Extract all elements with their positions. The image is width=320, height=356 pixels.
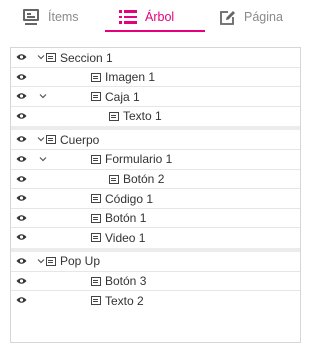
element-icon	[91, 72, 101, 82]
tree-row[interactable]: Texto 1	[11, 107, 300, 127]
tree-node-label: Pop Up	[60, 254, 101, 269]
tree-row[interactable]: Formulario 1	[11, 150, 300, 170]
eye-icon[interactable]	[16, 53, 27, 61]
tab-page-label: Página	[244, 10, 283, 24]
tree-node[interactable]: Botón 2	[109, 170, 164, 189]
element-icon	[109, 111, 119, 121]
eye-icon[interactable]	[16, 233, 27, 241]
tree-row[interactable]: Texto 2	[11, 291, 300, 311]
tree-node-label: Texto 1	[123, 109, 162, 124]
eye-icon[interactable]	[16, 112, 27, 120]
tree-node-label: Código 1	[105, 191, 154, 206]
element-icon	[109, 174, 119, 184]
tree-node[interactable]: Botón 3	[91, 272, 146, 291]
eye-icon[interactable]	[16, 214, 27, 222]
tree-row[interactable]: Pop Up	[11, 252, 300, 272]
eye-icon[interactable]	[16, 175, 27, 183]
tree-row[interactable]: Caja 1	[11, 87, 300, 107]
tree-node[interactable]: Formulario 1	[91, 150, 172, 169]
tab-items[interactable]: Ítems	[22, 0, 79, 34]
page-edit-icon	[220, 10, 235, 25]
element-icon	[91, 213, 101, 223]
tree-node-label: Cuerpo	[60, 132, 100, 147]
element-icon	[91, 233, 101, 243]
eye-icon[interactable]	[16, 257, 27, 265]
tree-node[interactable]: Cuerpo	[46, 130, 99, 149]
tree-row[interactable]: Video 1	[11, 228, 300, 248]
tree-node-label: Botón 2	[123, 172, 165, 187]
tree-node-label: Video 1	[105, 230, 146, 245]
tree-node-label: Formulario 1	[105, 152, 173, 167]
tree-group: Cuerpo Formulario 1 Botón 2 Código 1 Botón 1…	[11, 130, 300, 252]
tree-row[interactable]: Cuerpo	[11, 130, 300, 150]
tree-node-label: Imagen 1	[105, 70, 156, 85]
eye-icon[interactable]	[16, 296, 27, 304]
eye-icon[interactable]	[16, 92, 27, 100]
tree-node-label: Botón 1	[105, 211, 147, 226]
eye-icon[interactable]	[16, 277, 27, 285]
tree-node-label: Botón 3	[105, 274, 147, 289]
eye-icon[interactable]	[16, 135, 27, 143]
tab-tree[interactable]: Árbol	[119, 0, 174, 34]
element-icon	[46, 53, 56, 62]
tree-row[interactable]: Botón 3	[11, 272, 300, 292]
element-icon	[91, 194, 101, 204]
eye-icon[interactable]	[16, 194, 27, 202]
element-icon	[91, 154, 101, 164]
tab-tree-label: Árbol	[145, 10, 175, 24]
tree-node[interactable]: Video 1	[91, 228, 145, 247]
tree-row[interactable]: Seccion 1	[11, 48, 300, 68]
tree-group: Pop Up Botón 3 Texto 2	[11, 252, 300, 311]
tree-node[interactable]: Botón 1	[91, 209, 146, 228]
tree-node-label: Seccion 1	[60, 50, 113, 65]
tree-row[interactable]: Botón 1	[11, 209, 300, 229]
eye-icon[interactable]	[16, 155, 27, 163]
element-icon	[46, 135, 56, 145]
element-icon	[46, 256, 56, 266]
tree-node[interactable]: Texto 2	[91, 291, 144, 310]
tree-node[interactable]: Texto 1	[109, 107, 162, 126]
tree-row[interactable]: Botón 2	[11, 170, 300, 190]
tab-items-label: Ítems	[48, 10, 79, 24]
tree-node[interactable]: Seccion 1	[46, 48, 113, 67]
chevron-down-icon[interactable]	[36, 256, 46, 266]
tree-icon	[119, 9, 137, 25]
tab-bar: Ítems Árbol Página	[0, 0, 314, 34]
eye-icon[interactable]	[16, 73, 27, 81]
tree-group: Seccion 1 Imagen 1 Caja 1 Texto 1	[11, 48, 300, 131]
tree-node[interactable]: Imagen 1	[91, 68, 155, 87]
tree-row[interactable]: Imagen 1	[11, 68, 300, 88]
items-icon	[22, 8, 40, 26]
element-icon	[91, 92, 101, 102]
tree-node[interactable]: Pop Up	[46, 252, 100, 271]
tree-node[interactable]: Caja 1	[91, 87, 140, 106]
element-icon	[91, 276, 101, 286]
tree-node-label: Texto 2	[105, 293, 144, 308]
tree-row[interactable]: Código 1	[11, 189, 300, 209]
chevron-down-icon[interactable]	[36, 134, 46, 144]
tree-node-label: Caja 1	[105, 89, 140, 104]
tree-node[interactable]: Código 1	[91, 189, 153, 208]
tree-panel: Seccion 1 Imagen 1 Caja 1 Texto 1 Cuerpo Form…	[10, 47, 301, 343]
tab-page[interactable]: Página	[219, 0, 283, 34]
chevron-down-icon[interactable]	[36, 52, 46, 62]
element-icon	[91, 296, 101, 306]
chevron-down-icon[interactable]	[38, 91, 48, 101]
active-tab-underline	[105, 30, 205, 32]
chevron-down-icon[interactable]	[38, 154, 48, 164]
